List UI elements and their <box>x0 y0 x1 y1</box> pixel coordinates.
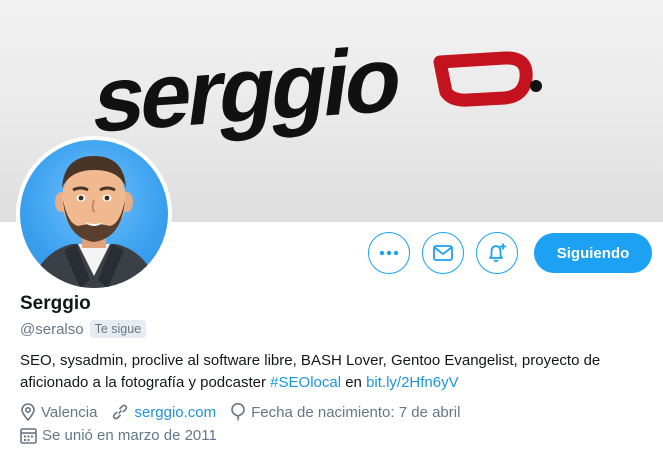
bio-hashtag-link[interactable]: #SEOlocal <box>270 374 341 391</box>
more-button[interactable] <box>368 232 410 274</box>
balloon-icon <box>231 403 245 421</box>
location-item: Valencia <box>20 403 97 421</box>
follows-you-badge: Te sigue <box>89 320 147 338</box>
avatar[interactable] <box>16 136 172 292</box>
bio-url-link[interactable]: bit.ly/2Hfn6yV <box>366 374 459 391</box>
envelope-icon <box>433 245 453 261</box>
banner-logo-dot <box>530 80 542 92</box>
location-text: Valencia <box>41 403 98 421</box>
website-item: serggio.com <box>111 403 216 421</box>
link-icon <box>113 404 128 420</box>
profile-handle: @seralso <box>20 320 84 338</box>
website-link[interactable]: serggio.com <box>134 404 216 421</box>
profile-bio: SEO, sysadmin, proclive al software libr… <box>20 350 650 394</box>
joined-text: Se unió en marzo de 2011 <box>42 427 217 444</box>
location-pin-icon <box>21 403 35 421</box>
bell-plus-icon <box>489 243 506 263</box>
profile-joined-row: Se unió en marzo de 2011 <box>20 427 231 444</box>
avatar-image <box>20 140 168 288</box>
calendar-icon <box>20 428 37 444</box>
message-button[interactable] <box>422 232 464 274</box>
birthdate-text: Fecha de nacimiento: 7 de abril <box>251 403 461 421</box>
banner-logo-text: serggio <box>87 27 406 152</box>
profile-meta-row: Valencia serggio.com Fecha de nacimiento… <box>20 403 474 421</box>
birthdate-item: Fecha de nacimiento: 7 de abril <box>230 403 460 421</box>
bio-connector: en <box>341 374 367 391</box>
notifications-button[interactable] <box>476 232 518 274</box>
joined-item: Se unió en marzo de 2011 <box>20 427 217 444</box>
handle-row: @seralso Te sigue <box>20 320 147 338</box>
avatar-illustration <box>30 156 158 288</box>
banner-logo-accent <box>433 51 533 107</box>
following-button[interactable]: Siguiendo <box>534 233 652 273</box>
profile-actions: Siguiendo <box>368 232 652 274</box>
profile-name: Serggio <box>20 293 91 314</box>
more-icon <box>379 250 399 256</box>
